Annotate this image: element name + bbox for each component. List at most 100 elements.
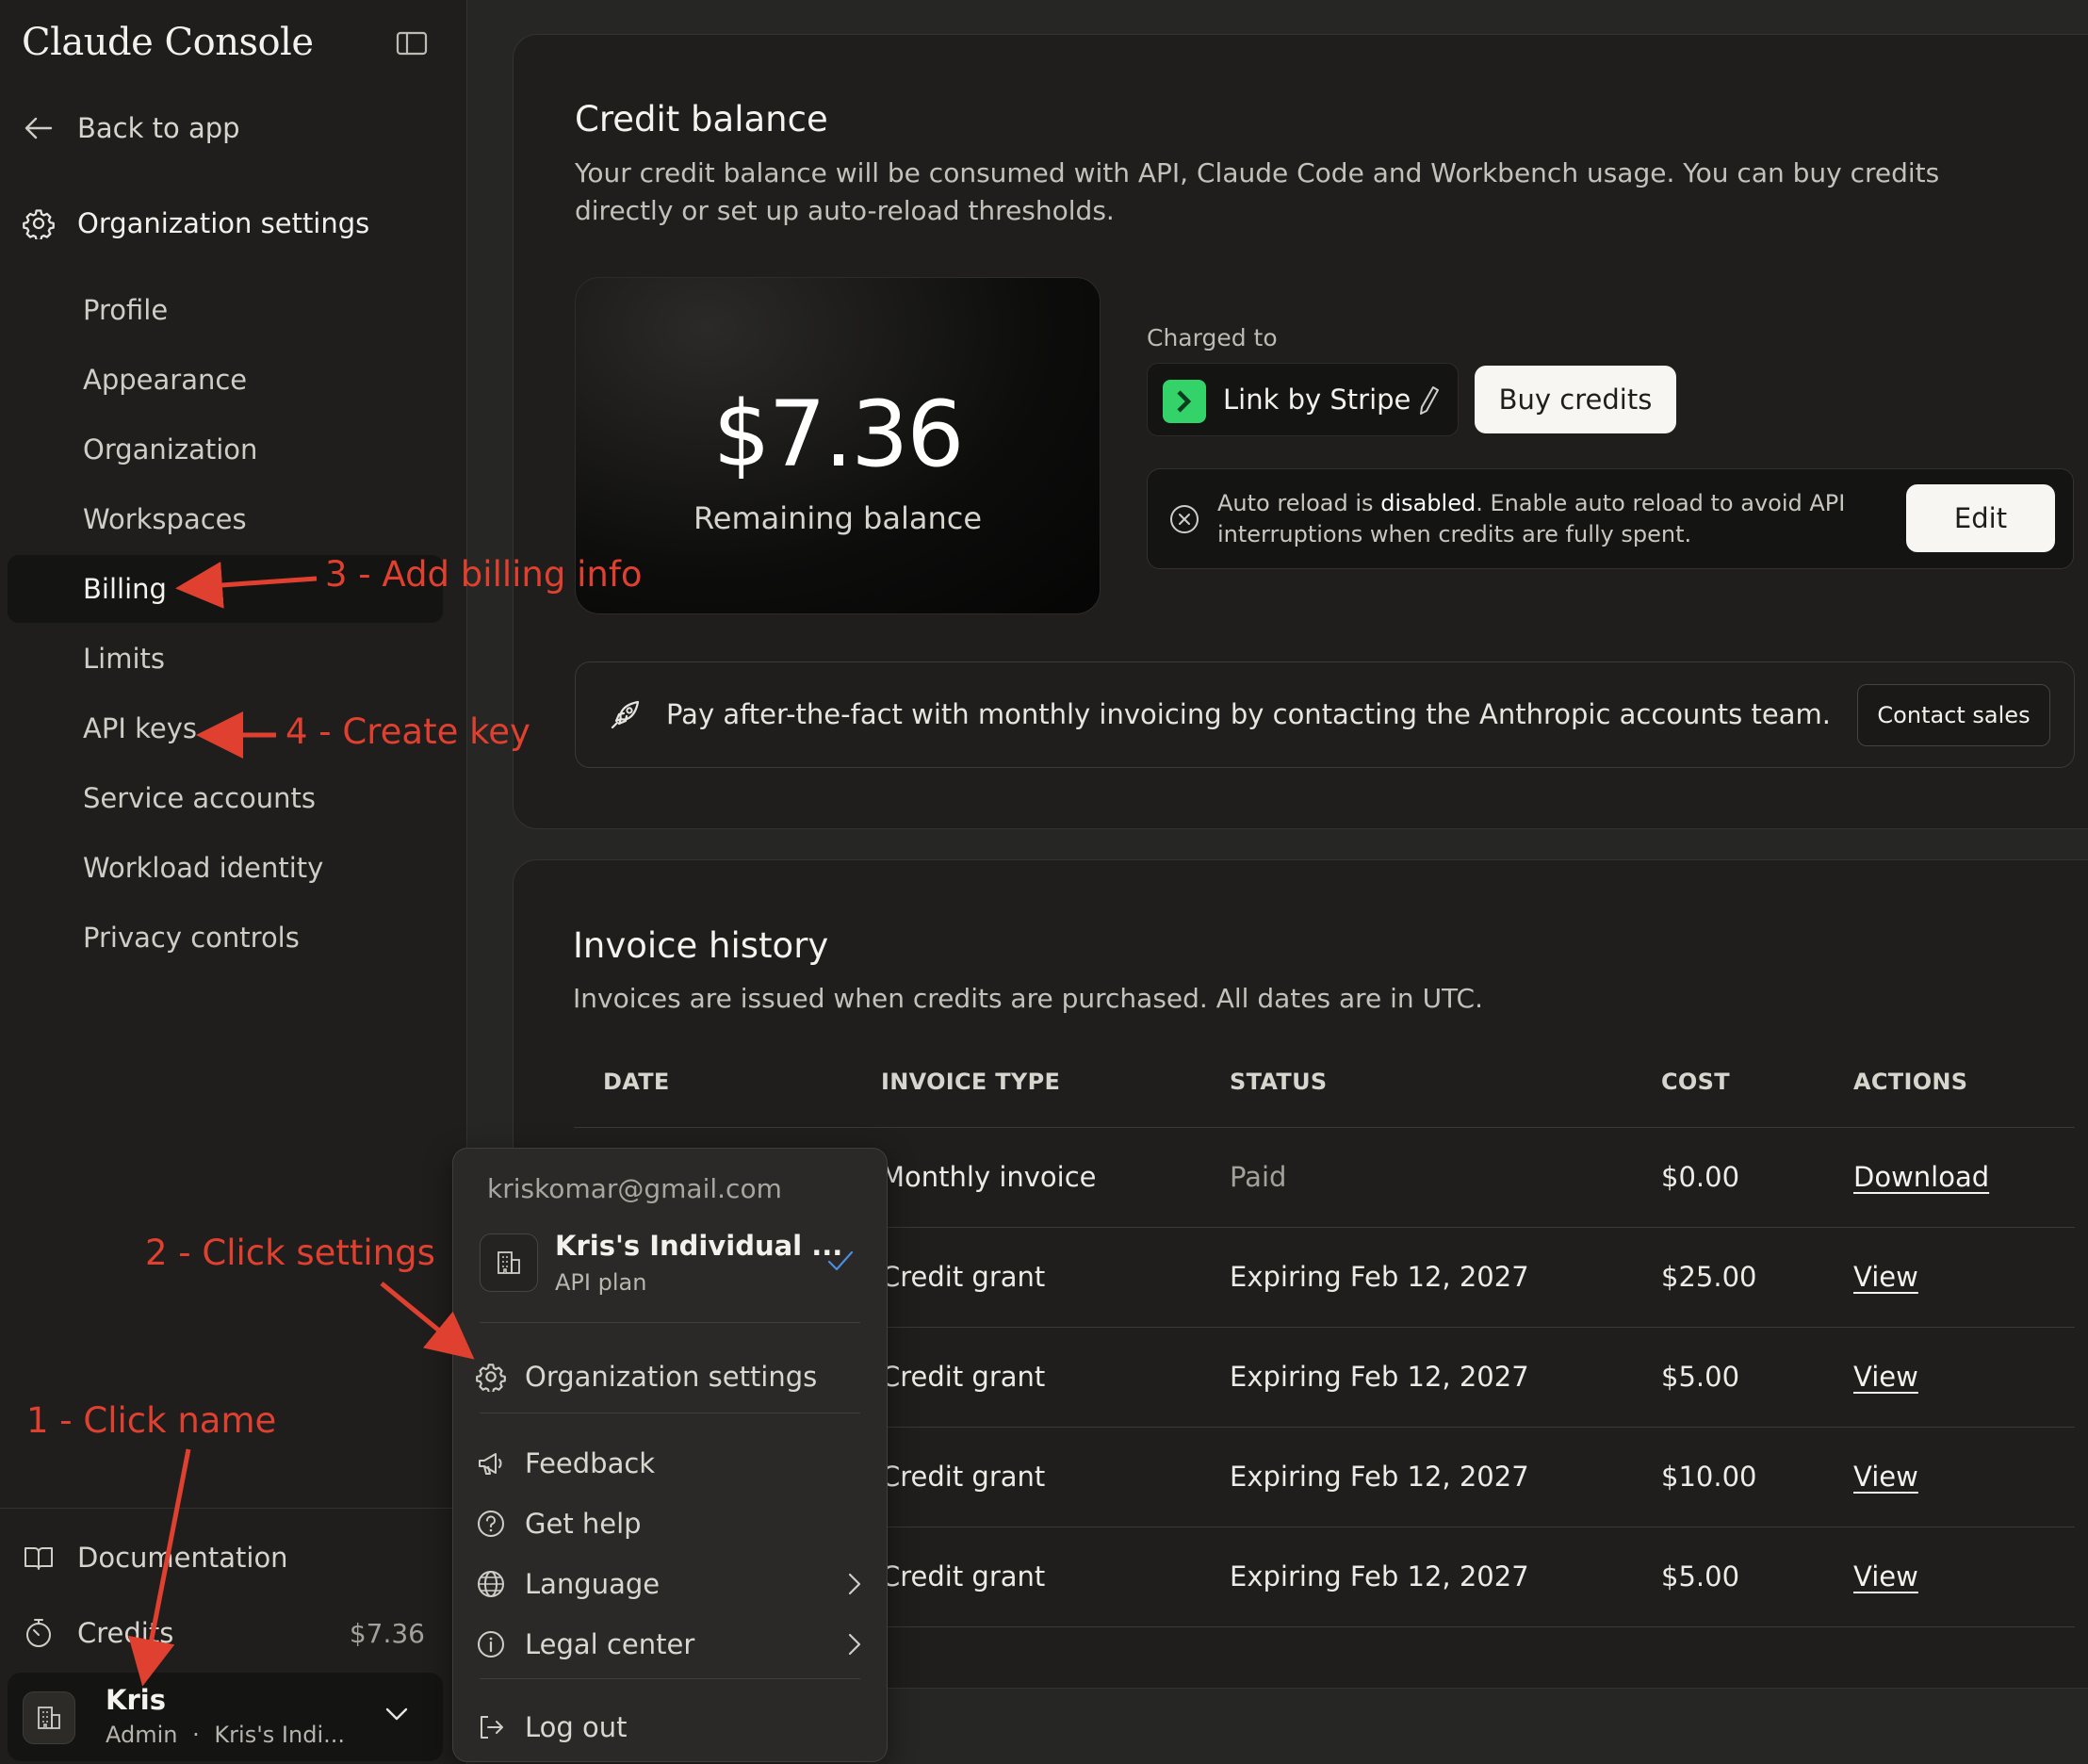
back-to-app-label: Back to app — [77, 112, 240, 144]
monthly-invoicing-banner: Pay after-the-fact with monthly invoicin… — [575, 662, 2075, 768]
auto-reload-prefix: Auto reload is — [1217, 490, 1381, 516]
sidebar-item-label: Organization — [83, 433, 258, 466]
status-cell: Expiring Feb 12, 2027 — [1230, 1361, 1529, 1393]
payment-method-button[interactable]: Link by Stripe — [1147, 363, 1459, 436]
menu-divider — [480, 1322, 860, 1323]
annotation-step-2: 2 - Click settings — [145, 1233, 435, 1273]
cost-cell: $25.00 — [1661, 1261, 1757, 1293]
user-org: Kris's Indi... — [214, 1722, 346, 1748]
menu-item-label: Organization settings — [525, 1361, 818, 1393]
back-to-app-link[interactable]: Back to app — [23, 112, 240, 144]
sidebar-toggle-icon[interactable] — [396, 30, 428, 57]
user-subtitle: Admin · Kris's Indi... — [106, 1722, 345, 1748]
menu-item-legal-center[interactable]: Legal center — [476, 1618, 866, 1671]
sidebar-item-label: Service accounts — [83, 782, 317, 814]
sidebar: Claude Console Back to app Organization … — [0, 0, 467, 1764]
column-header-cost: COST — [1661, 1069, 1730, 1095]
question-circle-icon — [476, 1509, 506, 1539]
view-invoice-link[interactable]: View — [1853, 1361, 1918, 1393]
credit-balance-title: Credit balance — [575, 99, 828, 139]
edit-auto-reload-button[interactable]: Edit — [1906, 484, 2055, 552]
sidebar-divider — [0, 1508, 467, 1509]
sidebar-item-service-accounts[interactable]: Service accounts — [8, 764, 443, 832]
cost-cell: $0.00 — [1661, 1161, 1740, 1193]
column-header-invoice-type: INVOICE TYPE — [881, 1069, 1061, 1095]
menu-item-organization-settings[interactable]: Organization settings — [476, 1350, 866, 1403]
sidebar-item-privacy-controls[interactable]: Privacy controls — [8, 904, 443, 972]
credit-balance-description: Your credit balance will be consumed wit… — [575, 157, 1940, 226]
view-invoice-link[interactable]: View — [1853, 1560, 1918, 1592]
view-invoice-link[interactable]: View — [1853, 1261, 1918, 1293]
sidebar-item-label: Limits — [83, 643, 165, 675]
sidebar-item-label: API keys — [83, 712, 197, 744]
sidebar-item-profile[interactable]: Profile — [8, 276, 443, 344]
menu-item-label: Language — [525, 1568, 661, 1600]
annotation-step-4: 4 - Create key — [285, 711, 530, 752]
menu-item-get-help[interactable]: Get help — [476, 1497, 866, 1550]
menu-item-label: Feedback — [525, 1447, 656, 1479]
pencil-icon — [1416, 384, 1441, 416]
documentation-label: Documentation — [77, 1542, 288, 1574]
brand-title: Claude Console — [22, 21, 314, 64]
view-invoice-link[interactable]: View — [1853, 1461, 1918, 1493]
invoice-type-cell: Credit grant — [881, 1560, 1046, 1592]
section-label: Organization settings — [77, 207, 370, 239]
menu-item-language[interactable]: Language — [476, 1558, 866, 1610]
buy-credits-button[interactable]: Buy credits — [1475, 366, 1676, 433]
building-icon — [480, 1233, 538, 1292]
invoice-history-title: Invoice history — [573, 925, 829, 966]
user-menu-dropdown: kriskomar@gmail.com Kris's Individual ..… — [452, 1148, 888, 1762]
credits-link[interactable]: Credits — [23, 1617, 173, 1649]
user-separator: · — [192, 1722, 200, 1748]
arrow-left-icon — [23, 114, 55, 142]
annotation-step-1: 1 - Click name — [26, 1400, 277, 1441]
sidebar-item-organization[interactable]: Organization — [8, 416, 443, 483]
auto-reload-message: Auto reload is disabled. Enable auto rel… — [1217, 488, 1858, 550]
credits-amount: $7.36 — [349, 1618, 425, 1649]
user-email: kriskomar@gmail.com — [487, 1173, 782, 1204]
organization-switcher-item[interactable]: Kris's Individual ... API plan — [476, 1222, 868, 1307]
book-icon — [23, 1544, 55, 1572]
menu-item-log-out[interactable]: Log out — [476, 1701, 866, 1754]
cost-cell: $10.00 — [1661, 1461, 1757, 1493]
section-organization-settings: Organization settings — [23, 207, 369, 239]
menu-item-label: Legal center — [525, 1628, 695, 1660]
menu-divider — [480, 1678, 860, 1679]
user-name: Kris — [106, 1684, 166, 1716]
documentation-link[interactable]: Documentation — [23, 1542, 288, 1574]
sidebar-item-workload-identity[interactable]: Workload identity — [8, 834, 443, 902]
status-cell: Expiring Feb 12, 2027 — [1230, 1261, 1529, 1293]
charged-to-label: Charged to — [1147, 324, 1278, 351]
auto-reload-state: disabled — [1380, 490, 1476, 516]
credits-label: Credits — [77, 1617, 174, 1649]
sidebar-item-label: Profile — [83, 294, 169, 326]
invoicing-banner-text: Pay after-the-fact with monthly invoicin… — [666, 698, 1831, 730]
invoice-history-description: Invoices are issued when credits are pur… — [573, 983, 1483, 1014]
cost-cell: $5.00 — [1661, 1361, 1740, 1393]
sidebar-item-label: Privacy controls — [83, 922, 300, 954]
invoice-type-cell: Credit grant — [881, 1361, 1046, 1393]
sidebar-item-label: Workload identity — [83, 852, 324, 884]
gear-icon — [23, 207, 55, 239]
menu-item-feedback[interactable]: Feedback — [476, 1437, 866, 1490]
building-icon — [23, 1691, 75, 1744]
user-account-button[interactable]: Kris Admin · Kris's Indi... — [8, 1673, 443, 1761]
column-header-date: DATE — [603, 1069, 670, 1095]
sidebar-item-label: Appearance — [83, 364, 248, 396]
auto-reload-panel: Auto reload is disabled. Enable auto rel… — [1147, 468, 2074, 569]
sidebar-item-workspaces[interactable]: Workspaces — [8, 485, 443, 553]
download-invoice-link[interactable]: Download — [1853, 1161, 1989, 1193]
rocket-icon — [608, 698, 642, 732]
chevron-down-icon — [384, 1707, 409, 1722]
info-circle-icon — [476, 1629, 506, 1659]
balance-amount: $7.36 — [712, 382, 965, 487]
user-role: Admin — [106, 1722, 178, 1748]
sidebar-item-appearance[interactable]: Appearance — [8, 346, 443, 414]
status-cell: Expiring Feb 12, 2027 — [1230, 1461, 1529, 1493]
globe-icon — [476, 1569, 506, 1599]
status-cell: Expiring Feb 12, 2027 — [1230, 1560, 1529, 1592]
contact-sales-button[interactable]: Contact sales — [1857, 684, 2050, 746]
sidebar-item-limits[interactable]: Limits — [8, 625, 443, 693]
organization-name: Kris's Individual ... — [555, 1230, 843, 1262]
invoice-type-cell: Credit grant — [881, 1261, 1046, 1293]
